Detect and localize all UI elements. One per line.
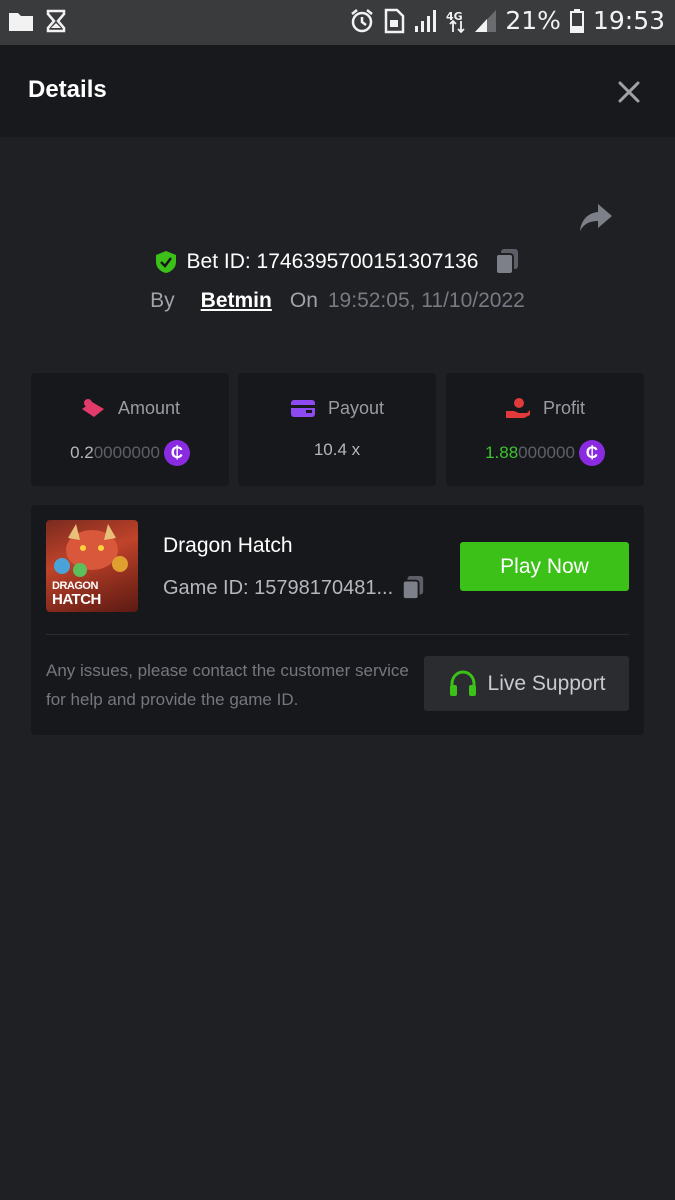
live-support-label: Live Support: [487, 671, 606, 695]
on-label: On: [289, 289, 318, 312]
payout-value-text: 10.4 x: [313, 440, 361, 459]
signal-icon: [415, 9, 437, 32]
battery-icon: [569, 8, 584, 33]
status-bar: 4G 21% 19:53: [0, 0, 675, 45]
details-header: Details: [0, 45, 675, 137]
copy-icon[interactable]: [401, 575, 425, 601]
play-now-button[interactable]: Play Now: [460, 542, 629, 591]
game-id-row: Game ID: 15798170481...: [163, 575, 425, 601]
bet-chips-icon: [81, 399, 104, 417]
profit-card: Profit 1.88000000 ₵: [446, 373, 644, 486]
coin-icon: ₵: [578, 440, 605, 466]
share-icon[interactable]: [578, 200, 614, 234]
profit-label: Profit: [542, 397, 585, 418]
payout-value: 10.4 x: [238, 440, 436, 460]
bet-id: Bet ID: 1746395700151307136: [186, 250, 479, 273]
alarm-icon: [351, 8, 374, 32]
profit-value-main: 1.88: [485, 443, 519, 462]
page-title: Details: [28, 76, 107, 103]
bet-meta-row: By Betmin On 19:52:05, 11/10/2022: [0, 289, 675, 313]
payout-label: Payout: [327, 397, 385, 418]
sim-icon: [385, 8, 405, 33]
bettor-username-link[interactable]: Betmin: [201, 289, 272, 313]
battery-percent: 21%: [505, 6, 561, 35]
amount-value-main: 0.2: [70, 443, 94, 462]
hourglass-icon: [46, 9, 66, 33]
profit-hand-icon: [505, 398, 530, 418]
profit-value: 1.88000000 ₵: [446, 440, 644, 466]
game-thumbnail[interactable]: DRAGON HATCH: [46, 520, 138, 612]
close-icon[interactable]: [614, 77, 644, 107]
profit-value-dim: 000000: [518, 443, 575, 462]
bet-datetime: 19:52:05, 11/10/2022: [327, 289, 525, 312]
verified-shield-icon: [155, 251, 176, 273]
live-support-button[interactable]: Live Support: [424, 656, 629, 711]
wallet-icon: [290, 400, 315, 417]
game-name: Dragon Hatch: [163, 534, 293, 557]
copy-icon[interactable]: [494, 248, 520, 276]
amount-value-dim: 0000000: [93, 443, 160, 462]
bet-id-row: Bet ID: 1746395700151307136: [0, 248, 675, 276]
game-panel: DRAGON HATCH Dragon Hatch Game ID: 15798…: [31, 505, 644, 735]
by-label: By: [150, 289, 175, 312]
4g-icon: 4G: [446, 10, 466, 33]
payout-card: Payout 10.4 x: [238, 373, 436, 486]
signal-icon: [475, 9, 497, 32]
game-id: Game ID: 15798170481...: [163, 576, 394, 599]
coin-icon: ₵: [163, 440, 190, 466]
amount-label: Amount: [117, 397, 181, 418]
support-note: Any issues, please contact the customer …: [46, 661, 409, 709]
clock: 19:53: [592, 6, 665, 35]
headset-icon: [449, 669, 476, 696]
thumb-title-line2: HATCH: [52, 591, 101, 608]
folder-icon: [9, 13, 33, 31]
divider: [46, 634, 629, 635]
amount-card: Amount 0.20000000 ₵: [31, 373, 229, 486]
amount-value: 0.20000000 ₵: [31, 440, 229, 466]
